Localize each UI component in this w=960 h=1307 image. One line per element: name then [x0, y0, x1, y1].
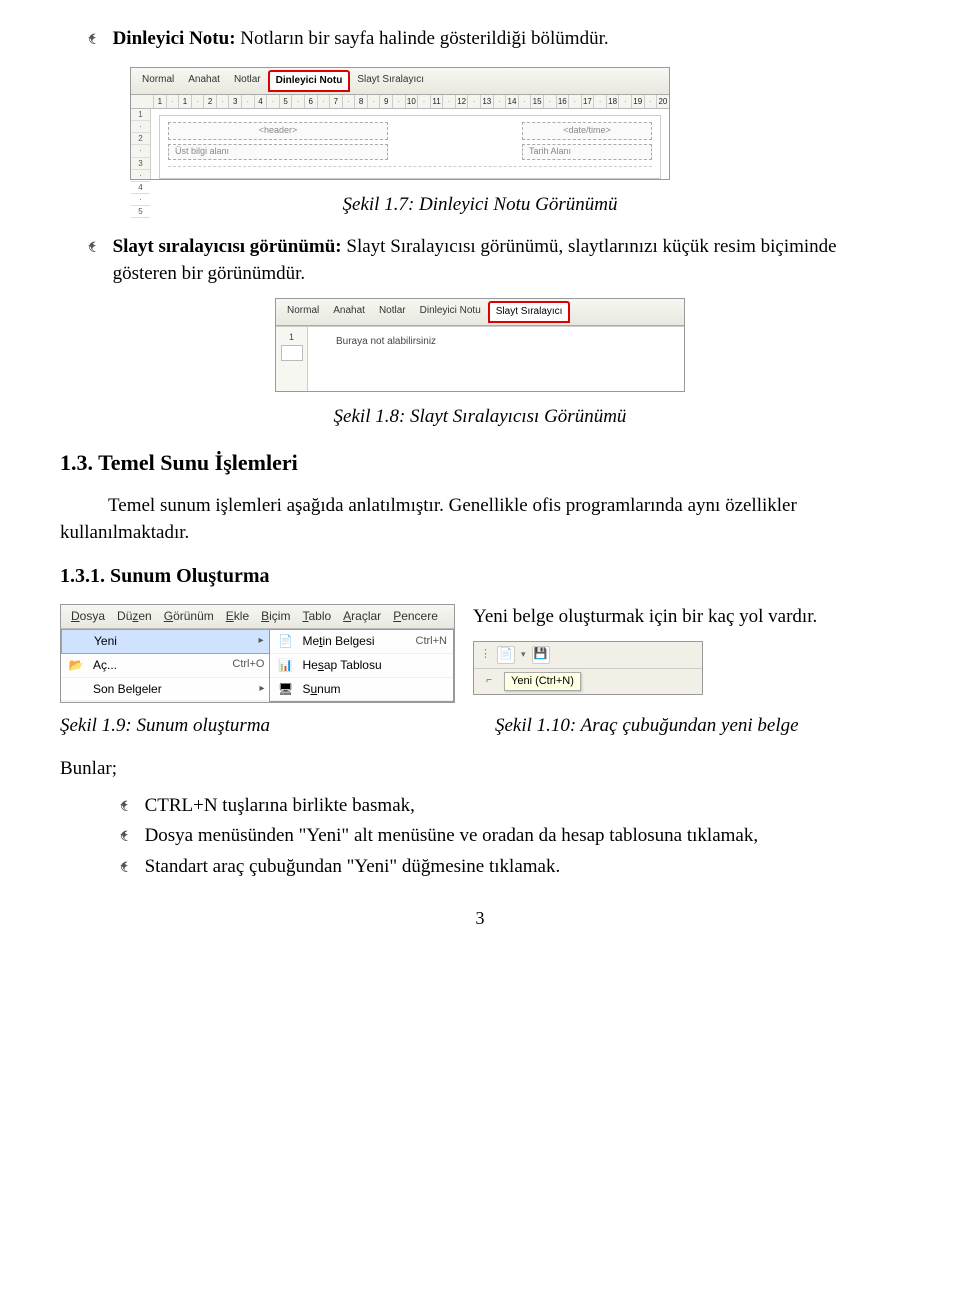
subitem-hesap-label: Hesap Tablosu [302, 657, 447, 674]
moon-star-icon [120, 827, 133, 847]
slide-thumbnail[interactable] [281, 345, 303, 361]
sec2-label: Slayt sıralayıcısı görünümü: [113, 236, 342, 257]
bullet-dosya-menu-text: Dosya menüsünden "Yeni" alt menüsüne ve … [145, 823, 759, 850]
tab2-normal[interactable]: Normal [280, 301, 326, 323]
slide-thumb-column: 1 [276, 327, 308, 391]
dropdown-arrow-icon[interactable]: ▾ [521, 648, 526, 661]
bullet-slayt-siralayici: Slayt sıralayıcısı görünümü: Slayt Sıral… [88, 234, 900, 287]
figure-1-8: Normal Anahat Notlar Dinleyici Notu Slay… [275, 298, 685, 392]
bullet-dosya-menu: Dosya menüsünden "Yeni" alt menüsüne ve … [120, 823, 900, 850]
note-text[interactable]: Buraya not alabilirsiniz [308, 327, 684, 391]
para-temel: Temel sunum işlemleri aşağıda anlatılmış… [60, 493, 900, 546]
page-preview: <header> <date/time> Üst bilgi alanı Tar… [159, 115, 661, 179]
submenu-arrow-icon: ▸ [259, 682, 264, 696]
header-label: Üst bilgi alanı [168, 144, 388, 160]
row-fig19-text: Dosya Düzen Görünüm Ekle Biçim Tablo Ara… [60, 604, 900, 703]
tab2-dinleyici-notu[interactable]: Dinleyici Notu [413, 301, 488, 323]
submenu-arrow-icon: ▸ [258, 634, 263, 648]
moon-star-icon [120, 858, 133, 878]
subitem-metin-shortcut: Ctrl+N [416, 634, 447, 649]
bullet-standart-arac: Standart araç çubuğundan "Yeni" düğmesin… [120, 854, 900, 881]
caption-1-10: Şekil 1.10: Araç çubuğundan yeni belge [495, 713, 900, 740]
dropdown-dosya: Yeni ▸ 📂 Aç... Ctrl+O Son Belgeler ▸ [61, 629, 270, 701]
bullet-standart-arac-text: Standart araç çubuğundan "Yeni" düğmesin… [145, 854, 561, 881]
submenu-yeni: 📄 Metin Belgesi Ctrl+N 📊 Hesap Tablosu 🖥… [269, 629, 454, 702]
figure-1-7: Normal Anahat Notlar Dinleyici Notu Slay… [130, 67, 670, 180]
corner-icon: ⌐ [480, 672, 498, 690]
bullet-list: CTRL+N tuşlarına birlikte basmak, Dosya … [120, 793, 900, 881]
tab-dinleyici-notu[interactable]: Dinleyici Notu [268, 70, 351, 92]
menuitem-yeni[interactable]: Yeni ▸ [61, 629, 270, 654]
bullet-dinleyici-notu: Dinleyici Notu: Notların bir sayfa halin… [88, 26, 900, 53]
subitem-sunum[interactable]: 🖥 Sunum [270, 678, 453, 702]
heading-1-3-1: 1.3.1. Sunum Oluşturma [60, 562, 900, 590]
toolbar-row: ⋮ 📄 ▾ 💾 [474, 642, 702, 669]
moon-star-icon [88, 238, 101, 258]
intro-body: Notların bir sayfa halinde gösterildiği … [236, 28, 609, 49]
header-placeholder: <header> [168, 122, 388, 140]
tab-notlar[interactable]: Notlar [227, 70, 268, 92]
new-doc-icon[interactable]: 📄 [497, 646, 515, 664]
tab-slayt-siralayici[interactable]: Slayt Sıralayıcı [350, 70, 431, 92]
page-number: 3 [60, 906, 900, 931]
heading-1-3: 1.3. Temel Sunu İşlemleri [60, 448, 900, 479]
menuitem-ac[interactable]: 📂 Aç... Ctrl+O [61, 654, 270, 678]
body-divider [168, 166, 652, 180]
datetime-placeholder: <date/time> [522, 122, 652, 140]
menu-dosya[interactable]: Dosya [65, 608, 111, 625]
menu-tablo[interactable]: Tablo [296, 608, 337, 625]
menu-ekle[interactable]: Ekle [220, 608, 255, 625]
subitem-sunum-label: Sunum [302, 681, 447, 698]
para-yeni-belge: Yeni belge oluşturmak için bir kaç yol v… [473, 604, 900, 631]
menu-bicim[interactable]: Biçim [255, 608, 296, 625]
menubar: Dosya Düzen Görünüm Ekle Biçim Tablo Ara… [61, 605, 454, 629]
menu-pencere[interactable]: Pencere [387, 608, 444, 625]
moon-star-icon [88, 30, 101, 50]
bullet-ctrl-n: CTRL+N tuşlarına birlikte basmak, [120, 793, 900, 820]
menu-araclar[interactable]: Araçlar [337, 608, 387, 625]
menuitem-ac-label: Aç... [93, 657, 224, 674]
tab-anahat[interactable]: Anahat [181, 70, 227, 92]
moon-star-icon [120, 797, 133, 817]
tab2-notlar[interactable]: Notlar [372, 301, 413, 323]
menuitem-son-label: Son Belgeler [93, 681, 251, 698]
sec2-text: Slayt sıralayıcısı görünümü: Slayt Sıral… [113, 234, 900, 287]
figure-1-10: ⋮ 📄 ▾ 💾 ⌐ Yeni (Ctrl+N) [473, 641, 703, 695]
subitem-metin-label: Metin Belgesi [302, 633, 407, 650]
spreadsheet-icon: 📊 [276, 657, 294, 673]
intro-label: Dinleyici Notu: [113, 28, 236, 49]
menu-duzen[interactable]: Düzen [111, 608, 158, 625]
folder-open-icon: 📂 [67, 657, 85, 673]
date-label: Tarih Alanı [522, 144, 652, 160]
presentation-icon: 🖥 [276, 681, 294, 697]
caption-1-7: Şekil 1.7: Dinleyici Notu Görünümü [60, 192, 900, 219]
menu-gorunum[interactable]: Görünüm [158, 608, 220, 625]
intro-text: Dinleyici Notu: Notların bir sayfa halin… [113, 26, 609, 53]
ruler-horizontal: 1·1·2·3·4·5·6·7·8·9·10·11·12·13·14·15·16… [131, 95, 669, 109]
blank-icon [67, 681, 85, 697]
bullet-ctrl-n-text: CTRL+N tuşlarına birlikte basmak, [145, 793, 415, 820]
menuitem-ac-shortcut: Ctrl+O [232, 657, 264, 672]
tooltip-yeni: Yeni (Ctrl+N) [504, 672, 581, 691]
tab-normal[interactable]: Normal [135, 70, 181, 92]
caption-1-9: Şekil 1.9: Sunum oluşturma [60, 713, 455, 740]
view-tabbar: Normal Anahat Notlar Dinleyici Notu Slay… [131, 68, 669, 95]
slide-number: 1 [289, 331, 294, 344]
subitem-metin-belgesi[interactable]: 📄 Metin Belgesi Ctrl+N [270, 630, 453, 654]
menuitem-son-belgeler[interactable]: Son Belgeler ▸ [61, 678, 270, 702]
document-icon: 📄 [276, 633, 294, 649]
figure-1-9: Dosya Düzen Görünüm Ekle Biçim Tablo Ara… [60, 604, 455, 703]
save-icon[interactable]: 💾 [532, 646, 550, 664]
subitem-hesap-tablosu[interactable]: 📊 Hesap Tablosu [270, 654, 453, 678]
tab2-slayt-siralayici[interactable]: Slayt Sıralayıcı [488, 301, 571, 323]
view-tabbar-2: Normal Anahat Notlar Dinleyici Notu Slay… [276, 299, 684, 326]
para-bunlar: Bunlar; [60, 756, 900, 783]
menuitem-yeni-label: Yeni [94, 633, 250, 650]
ruler-vertical: 1·2·3·4·5 [131, 109, 151, 179]
tab2-anahat[interactable]: Anahat [326, 301, 372, 323]
caption-1-8: Şekil 1.8: Slayt Sıralayıcısı Görünümü [60, 404, 900, 431]
captions-row: Şekil 1.9: Sunum oluşturma Şekil 1.10: A… [60, 713, 900, 740]
toolbar-grip-icon: ⋮ [480, 647, 491, 662]
blank-icon [68, 633, 86, 649]
